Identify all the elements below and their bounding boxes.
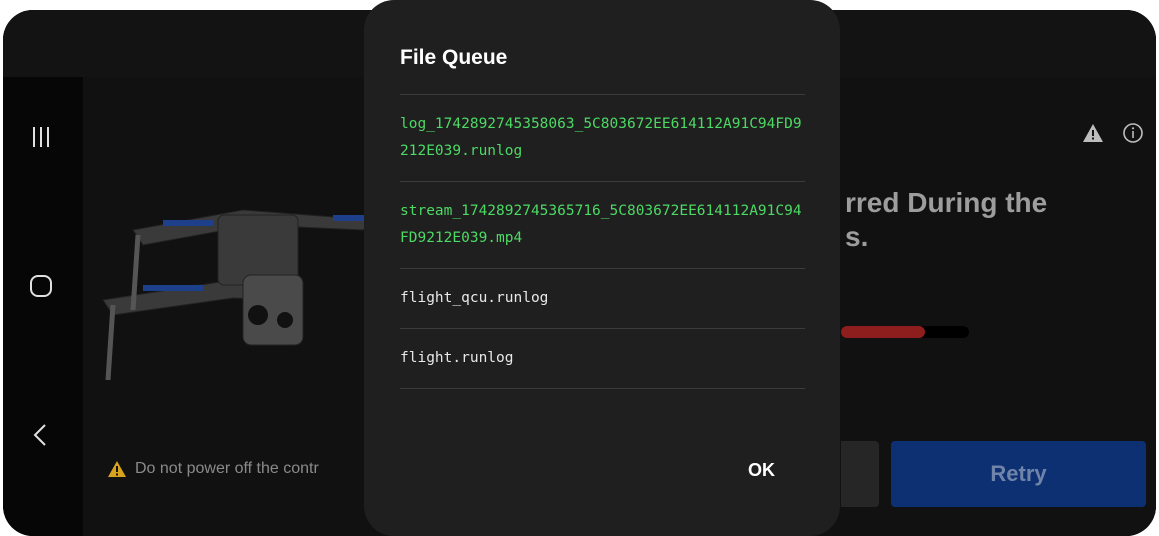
back-icon[interactable] (21, 415, 61, 455)
modal-title: File Queue (400, 46, 508, 69)
power-warning-text: Do not power off the contr (135, 460, 319, 477)
drone-image (102, 209, 375, 380)
file-queue-item: stream_1742892745365716_5C803672EE614112… (400, 181, 805, 268)
power-warning-note: Do not power off the contr (107, 460, 319, 478)
retry-button[interactable]: Retry (891, 441, 1146, 507)
file-name: log_1742892745358063_5C803672EE614112A91… (400, 116, 802, 159)
file-queue-modal: File Queue log_1742892745358063_5C803672… (364, 0, 840, 536)
secondary-button[interactable] (841, 441, 879, 507)
warning-icon[interactable] (1082, 123, 1104, 143)
file-name: flight_qcu.runlog (400, 290, 549, 306)
upload-progress-bar (841, 326, 969, 338)
warning-icon (108, 461, 126, 477)
system-nav-bar (3, 77, 83, 536)
file-name: flight.runlog (400, 350, 514, 366)
file-queue-item: flight.runlog (400, 328, 805, 388)
info-icon[interactable] (1122, 122, 1144, 144)
upload-progress-fill (841, 326, 926, 338)
list-divider (400, 388, 805, 389)
home-icon[interactable] (21, 266, 61, 306)
headline-line-2: s. (845, 221, 869, 252)
file-queue-item: flight_qcu.runlog (400, 268, 805, 328)
file-queue-list: log_1742892745358063_5C803672EE614112A91… (400, 94, 805, 389)
ok-button[interactable]: OK (748, 460, 775, 481)
error-headline: rred During the s. (845, 186, 1047, 254)
recent-apps-icon[interactable] (21, 117, 61, 157)
status-icons (1082, 122, 1144, 144)
file-name: stream_1742892745365716_5C803672EE614112… (400, 203, 802, 246)
headline-line-1: rred During the (845, 187, 1048, 218)
file-queue-item: log_1742892745358063_5C803672EE614112A91… (400, 94, 805, 181)
